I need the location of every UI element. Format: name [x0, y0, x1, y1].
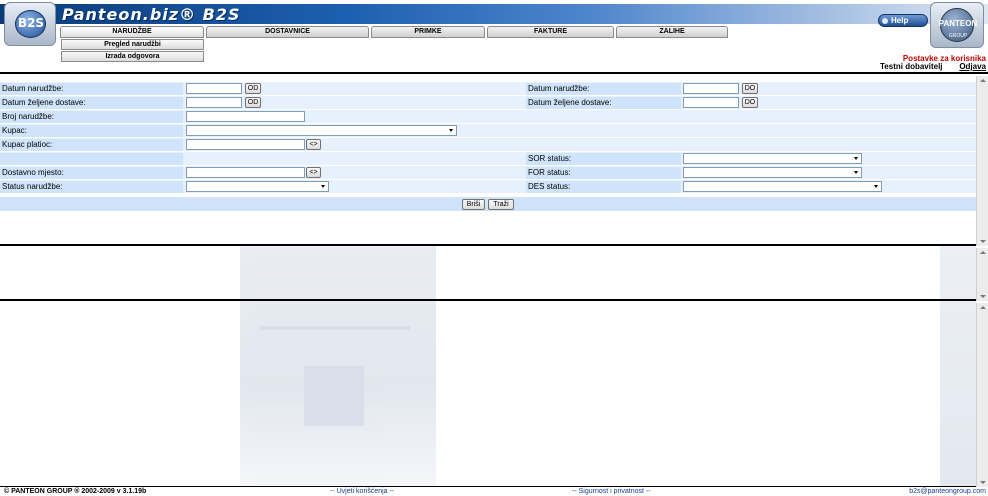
label-dostavno-mjesto: Dostavno mjesto:: [0, 167, 183, 179]
tab-dostavnice[interactable]: DOSTAVNICE: [206, 26, 369, 38]
help-label: Help: [891, 16, 909, 25]
form-action-bar: Briši Traži: [0, 197, 976, 211]
copyright-text: © PANTEON GROUP ® 2002-2009 v 3.1.19b: [4, 488, 147, 495]
datum-narudzbe-od-input[interactable]: [186, 83, 242, 94]
tab-fakture[interactable]: FAKTURE: [487, 26, 614, 38]
do-button[interactable]: DO: [742, 83, 758, 94]
logout-link[interactable]: Odjava: [959, 62, 986, 71]
panteon-logo[interactable]: PANTEON GROUP: [930, 2, 984, 48]
label-datum-dostave-od: Datum željene dostave:: [0, 97, 183, 109]
label-kupac-platioc: Kupac platioc:: [0, 139, 183, 151]
datum-dostave-od-input[interactable]: [186, 97, 242, 108]
label-kupac: Kupac:: [0, 125, 183, 137]
label-datum-narudzbe-od: Datum narudžbe:: [0, 83, 183, 95]
for-status-select[interactable]: [683, 167, 862, 178]
help-button[interactable]: Help: [878, 14, 928, 27]
terms-link[interactable]: -- Uvjeti korišćenja --: [330, 487, 394, 496]
b2s-logo-text: B2S: [17, 16, 45, 30]
page-footer: © PANTEON GROUP ® 2002-2009 v 3.1.19b --…: [0, 487, 988, 496]
scroll-up-icon[interactable]: [980, 306, 986, 309]
form-row: Kupac:: [0, 124, 976, 137]
scroll-up-icon[interactable]: [980, 251, 986, 254]
form-row: Kupac platioc: <>: [0, 138, 976, 151]
sor-status-select[interactable]: [683, 153, 862, 164]
search-panel-scrollbar[interactable]: [976, 76, 988, 246]
help-icon: [882, 18, 888, 24]
submenu-pregled-narudzbi[interactable]: Pregled narudžbi: [61, 39, 204, 50]
label-spacer: [0, 153, 183, 165]
status-narudzbe-select[interactable]: [186, 181, 329, 192]
form-row: Datum željene dostave: OD Datum željene …: [0, 96, 976, 109]
scroll-up-icon[interactable]: [980, 79, 986, 82]
label-broj-narudzbe: Broj narudžbe:: [0, 111, 183, 123]
form-row: Broj narudžbe:: [0, 110, 976, 123]
dostavno-mjesto-input[interactable]: [186, 167, 305, 178]
label-datum-narudzbe-do: Datum narudžbe:: [526, 83, 681, 95]
label-des-status: DES status:: [526, 181, 681, 193]
tab-zalihe[interactable]: ZALIHE: [616, 26, 728, 38]
b2s-logo[interactable]: B2S: [4, 2, 56, 46]
clear-button[interactable]: Briši: [462, 199, 485, 210]
des-status-select[interactable]: [683, 181, 882, 192]
contact-email-link[interactable]: b2s@panteongroup.com: [909, 487, 986, 496]
label-datum-dostave-do: Datum željene dostave:: [526, 97, 681, 109]
od-button[interactable]: OD: [245, 83, 261, 94]
form-row: SOR status:: [0, 152, 976, 165]
tab-narudzbe[interactable]: NARUDŽBE: [60, 26, 204, 38]
results-pane: [0, 248, 988, 301]
kupac-select[interactable]: [186, 125, 457, 136]
title-banner: Panteon.biz® B2S: [0, 4, 988, 24]
datum-dostave-do-input[interactable]: [683, 97, 739, 108]
results-pane-scrollbar[interactable]: [976, 248, 988, 301]
dostavno-mjesto-lookup-button[interactable]: <>: [306, 167, 321, 178]
od-button[interactable]: OD: [245, 97, 261, 108]
label-status-narudzbe: Status narudžbe:: [0, 181, 183, 193]
panteon-logo-subtext: GROUP: [948, 33, 968, 39]
scroll-down-icon[interactable]: [980, 295, 986, 298]
form-row: Status narudžbe: DES status:: [0, 180, 976, 193]
search-button[interactable]: Traži: [488, 199, 514, 210]
datum-narudzbe-do-input[interactable]: [683, 83, 739, 94]
do-button[interactable]: DO: [742, 97, 758, 108]
form-row: Dostavno mjesto: <> FOR status:: [0, 166, 976, 179]
submenu-izrada-odgovora[interactable]: Izrada odgovora: [61, 51, 204, 62]
form-row: Datum narudžbe: OD Datum narudžbe: DO: [0, 82, 976, 95]
current-user: Testni dobavitelj: [880, 62, 943, 71]
tab-primke[interactable]: PRIMKE: [371, 26, 485, 38]
privacy-link[interactable]: -- Sigurnost i privatnost --: [572, 487, 651, 496]
kupac-platioc-lookup-button[interactable]: <>: [306, 139, 321, 150]
scroll-down-icon[interactable]: [980, 240, 986, 243]
details-pane-scrollbar[interactable]: [976, 303, 988, 487]
scroll-down-icon[interactable]: [980, 481, 986, 484]
label-sor-status: SOR status:: [526, 153, 681, 165]
panteon-logo-text: PANTEON: [938, 19, 978, 28]
app-header: Panteon.biz® B2S B2S PANTEON GROUP Help …: [0, 0, 988, 74]
broj-narudzbe-input[interactable]: [186, 111, 305, 122]
kupac-platioc-input[interactable]: [186, 139, 305, 150]
details-pane: [0, 303, 988, 487]
app-title: Panteon.biz® B2S: [62, 5, 241, 24]
label-for-status: FOR status:: [526, 167, 681, 179]
